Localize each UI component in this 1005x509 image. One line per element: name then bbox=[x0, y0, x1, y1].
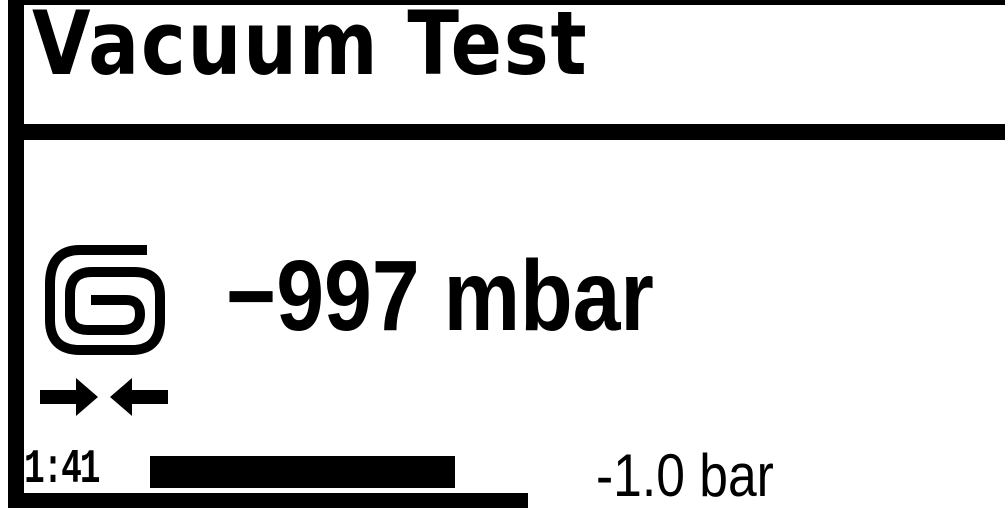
page-title: Vacuum Test bbox=[32, 0, 589, 95]
left-frame-border bbox=[8, 140, 24, 508]
bottom-frame-border bbox=[8, 493, 528, 508]
target-pressure: -1.0 bar bbox=[596, 442, 774, 509]
pressure-reading: −997 mbar bbox=[226, 240, 654, 352]
elapsed-time: 1:41 bbox=[24, 443, 100, 497]
progress-bar bbox=[150, 456, 458, 488]
progress-bar-fill bbox=[150, 456, 455, 488]
vacuum-pump-icon bbox=[40, 245, 168, 416]
